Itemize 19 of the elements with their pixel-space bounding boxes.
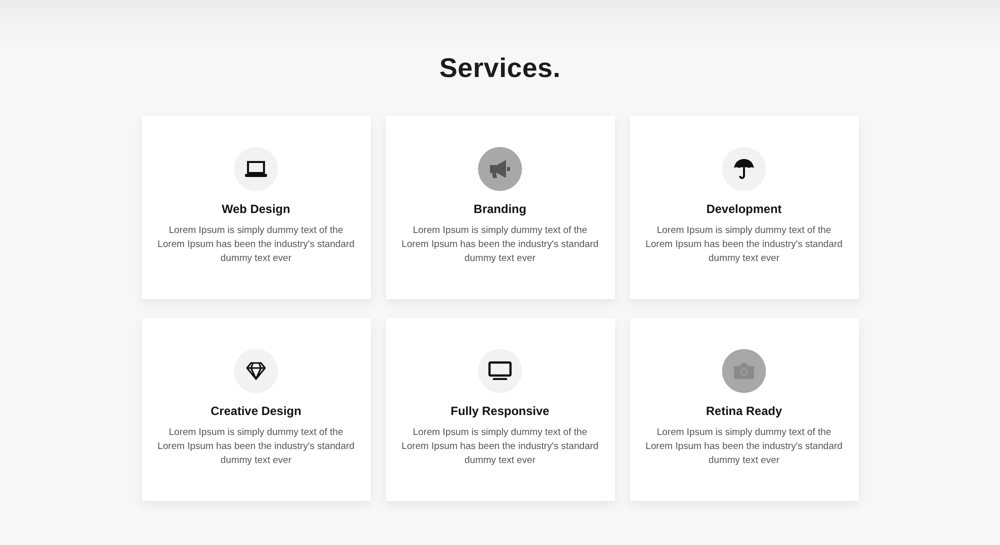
section-heading: Services. <box>439 52 561 84</box>
monitor-icon <box>488 361 512 381</box>
service-description: Lorem Ipsum is simply dummy text of the Lorem Ipsum has been the industry's standard dummy text ever <box>400 224 600 266</box>
diamond-icon <box>246 362 266 380</box>
service-title: Development <box>706 202 782 216</box>
service-title: Creative Design <box>210 404 302 418</box>
laptop-icon <box>245 160 267 178</box>
service-title: Fully Responsive <box>450 404 550 418</box>
service-title: Branding <box>474 202 526 216</box>
camera-icon <box>733 362 755 380</box>
service-description: Lorem Ipsum is simply dummy text of the Lorem Ipsum has been the industry's standard dummy text ever <box>156 426 356 468</box>
service-title: Retina Ready <box>706 404 782 418</box>
service-description: Lorem Ipsum is simply dummy text of the Lorem Ipsum has been the industry's standard dummy text ever <box>644 224 844 266</box>
service-description: Lorem Ipsum is simply dummy text of the Lorem Ipsum has been the industry's standard dummy text ever <box>156 224 356 266</box>
service-description: Lorem Ipsum is simply dummy text of the Lorem Ipsum has been the industry's standard dummy text ever <box>400 426 600 468</box>
megaphone-icon <box>488 159 512 179</box>
umbrella-icon <box>733 158 755 180</box>
service-title: Web Design <box>222 202 290 216</box>
service-description: Lorem Ipsum is simply dummy text of the Lorem Ipsum has been the industry's standard dummy text ever <box>644 426 844 468</box>
